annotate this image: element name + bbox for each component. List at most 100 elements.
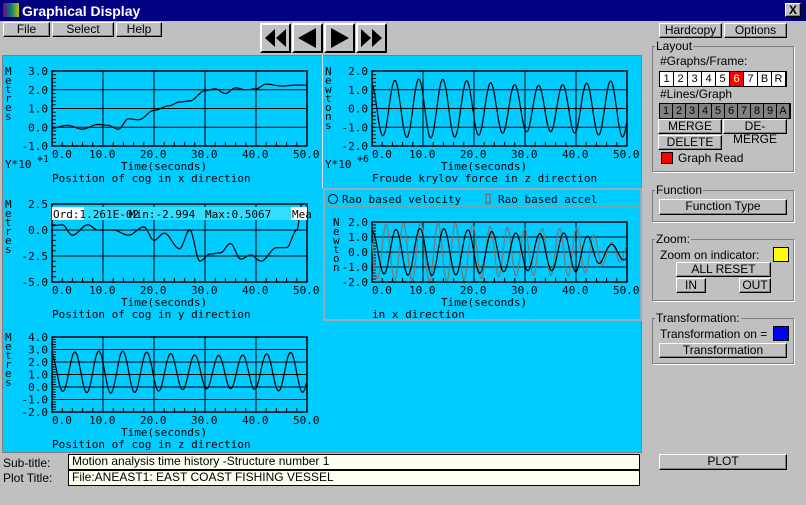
- y-tick-label: 2.0: [28, 356, 48, 369]
- lines-option-4[interactable]: 4: [699, 104, 712, 118]
- lines-option-7[interactable]: 7: [738, 104, 751, 118]
- readout-min: Min:-2.994: [129, 208, 196, 221]
- lines-option-2[interactable]: 2: [673, 104, 686, 118]
- y-scale-exponent: +6: [357, 154, 369, 165]
- transformation-group: Transformation: Transformation on = Tran…: [652, 311, 794, 364]
- x-tick-label: 0.0: [372, 284, 392, 297]
- y-axis-label: Newtons: [325, 65, 332, 132]
- y-tick-label: -5.0: [22, 276, 49, 289]
- graphs-option-6[interactable]: 6: [730, 72, 744, 86]
- lines-option-9[interactable]: 9: [764, 104, 777, 118]
- plot-button[interactable]: PLOT: [659, 454, 787, 470]
- y-tick-label: 3.0: [28, 344, 48, 357]
- y-scale-exponent: +1: [37, 154, 49, 165]
- lines-option-5[interactable]: 5: [712, 104, 725, 118]
- x-tick-label: 0.0: [52, 284, 72, 297]
- graph-vel: 2.01.00.0-1.0-2.00.0 10.0 20.0 30.0 40.0 50.0…: [328, 193, 640, 321]
- y-tick-label: 2.0: [348, 65, 368, 78]
- zoom-indicator-label: Zoom on indicator:: [660, 248, 760, 262]
- graph-z: 4.03.02.01.00.0-1.0-2.00.0 10.0 20.0 30.0 40…: [5, 331, 320, 451]
- graphs-per-frame-selector: 1234567BR: [659, 71, 787, 87]
- y-tick-label: 1.0: [28, 103, 48, 116]
- y-tick-label: -2.5: [22, 250, 49, 263]
- graph-title: Position of cog in z direction: [52, 438, 251, 451]
- x-tick-label: 50.0: [293, 148, 320, 161]
- legend-circle-icon: [328, 194, 338, 204]
- y-tick-label: 0.0: [28, 121, 48, 134]
- lines-option-1[interactable]: 1: [660, 104, 673, 118]
- readout-max: Max:0.5067: [205, 208, 271, 221]
- x-tick-label: 50.0: [613, 284, 640, 297]
- y-axis-label: Metres: [5, 331, 12, 389]
- merge-button[interactable]: MERGE: [658, 119, 722, 134]
- transformation-label: Transformation:: [655, 311, 741, 325]
- graphs-option-2[interactable]: 2: [674, 72, 688, 86]
- y-tick-label: -1.0: [342, 261, 369, 274]
- y-tick-label: 2.0: [28, 84, 48, 97]
- graph-title: Position of cog in y direction: [52, 308, 251, 321]
- graph-title: Position of cog in x direction: [52, 172, 251, 185]
- graph-read-indicator: [661, 152, 673, 164]
- zoom-group: Zoom: Zoom on indicator: ALL RESET IN OU…: [652, 232, 794, 301]
- lines-per-graph-selector: 123456789A: [659, 103, 791, 119]
- function-type-button[interactable]: Function Type: [659, 199, 787, 215]
- demerge-button[interactable]: DE-MERGE: [723, 119, 787, 146]
- legend-square-icon: [485, 193, 491, 204]
- options-button[interactable]: Options: [724, 23, 787, 38]
- y-tick-label: 0.0: [28, 381, 48, 394]
- lines-per-graph-label: #Lines/Graph: [660, 87, 733, 101]
- graphs-option-1[interactable]: 1: [660, 72, 674, 86]
- transformation-on-label: Transformation on =: [660, 327, 768, 341]
- y-tick-label: 2.0: [348, 216, 368, 229]
- x-tick-label: 10.0: [409, 148, 436, 161]
- zoom-indicator-swatch: [773, 247, 789, 262]
- y-tick-label: 1.0: [28, 369, 48, 382]
- plot-title-label: Plot Title:: [3, 471, 53, 485]
- x-tick-label: 50.0: [293, 284, 320, 297]
- graphs-option-R[interactable]: R: [772, 72, 786, 86]
- zoom-in-button[interactable]: IN: [676, 278, 706, 293]
- y-tick-label: -2.0: [22, 406, 49, 419]
- y-tick-label: 4.0: [28, 331, 48, 344]
- plot-title-input[interactable]: File:ANEAST1: EAST COAST FISHING VESSEL: [68, 470, 640, 486]
- lines-option-6[interactable]: 6: [725, 104, 738, 118]
- lines-option-3[interactable]: 3: [686, 104, 699, 118]
- y-tick-label: -1.0: [342, 121, 369, 134]
- y-scale-label: Y*10: [5, 158, 32, 171]
- graph-title: in x direction: [372, 308, 465, 321]
- graphs-option-3[interactable]: 3: [688, 72, 702, 86]
- x-tick-label: 50.0: [613, 148, 640, 161]
- lines-option-8[interactable]: 8: [751, 104, 764, 118]
- y-tick-label: -2.0: [342, 140, 369, 153]
- graphs-option-4[interactable]: 4: [702, 72, 716, 86]
- layout-label: Layout: [655, 39, 694, 53]
- graphs-option-B[interactable]: B: [758, 72, 772, 86]
- y-axis-label: Metres: [5, 65, 12, 123]
- x-tick-label: 10.0: [409, 284, 436, 297]
- all-reset-button[interactable]: ALL RESET: [676, 262, 771, 277]
- graph-fk: 2.01.00.0-1.0-2.00.0 10.0 20.0 30.0 40.0 50.0…: [325, 65, 640, 185]
- zoom-label: Zoom:: [655, 232, 692, 246]
- y-tick-label: 0.0: [348, 246, 368, 259]
- y-axis-label: Newton: [333, 216, 340, 274]
- lines-option-A[interactable]: A: [777, 104, 790, 118]
- graphs-option-7[interactable]: 7: [744, 72, 758, 86]
- graphs-per-frame-label: #Graphs/Frame:: [660, 54, 748, 68]
- y-tick-label: -1.0: [22, 394, 49, 407]
- legend-item: Rao based accel: [498, 193, 597, 206]
- zoom-out-button[interactable]: OUT: [739, 278, 771, 293]
- x-tick-label: 10.0: [89, 414, 116, 427]
- delete-button[interactable]: DELETE: [658, 135, 722, 150]
- y-tick-label: 3.0: [28, 65, 48, 78]
- x-tick-label: 40.0: [562, 148, 589, 161]
- transformation-button[interactable]: Transformation: [659, 343, 787, 358]
- subtitle-label: Sub-title:: [3, 456, 51, 470]
- readout-ord: Ord:1.261E-02: [53, 208, 139, 221]
- readout-mean: Mea: [292, 208, 312, 221]
- y-scale-label: Y*10: [325, 158, 352, 171]
- y-axis-label: Metres: [5, 198, 12, 256]
- graph-read-label: Graph Read: [678, 151, 744, 165]
- subtitle-input[interactable]: Motion analysis time history -Structure …: [68, 454, 640, 470]
- graphs-option-5[interactable]: 5: [716, 72, 730, 86]
- hardcopy-button[interactable]: Hardcopy: [659, 23, 722, 38]
